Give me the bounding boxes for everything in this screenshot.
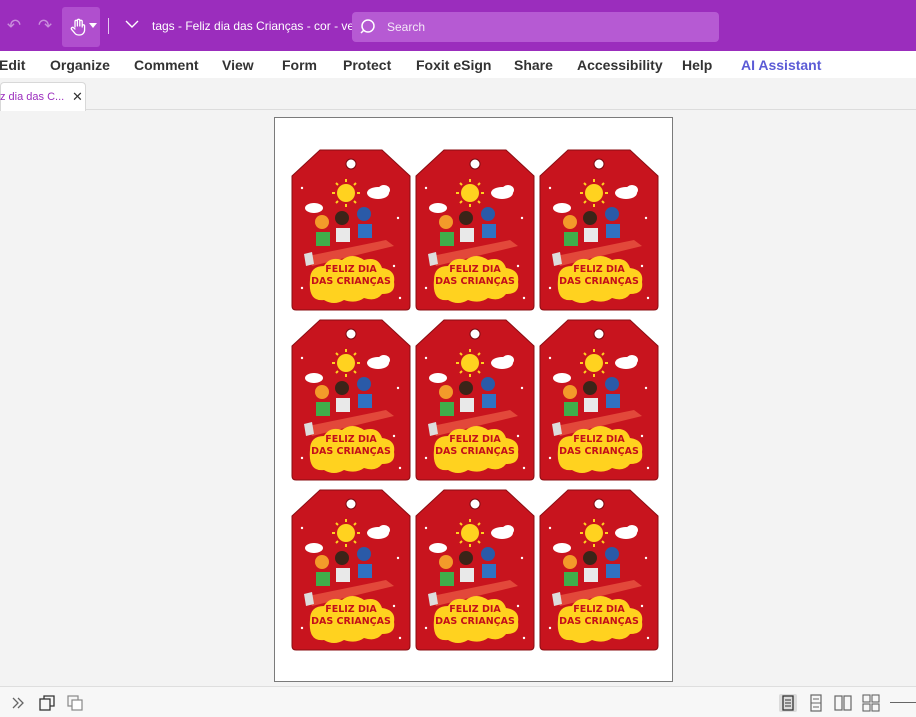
gift-tag: FELIZ DIA DAS CRIANÇAS bbox=[290, 318, 412, 482]
close-icon[interactable]: ✕ bbox=[72, 89, 83, 105]
continuous-view-icon[interactable] bbox=[807, 694, 825, 712]
zoom-slider[interactable] bbox=[890, 702, 916, 703]
hand-tool-button[interactable] bbox=[62, 7, 100, 47]
toolbar-separator bbox=[108, 18, 109, 34]
gift-tag: FELIZ DIA DAS CRIANÇAS bbox=[290, 488, 412, 652]
tag-text-line1: FELIZ DIA bbox=[449, 264, 501, 275]
tag-text-line2: DAS CRIANÇAS bbox=[435, 446, 515, 457]
tag-text-line2: DAS CRIANÇAS bbox=[311, 446, 391, 457]
menu-view[interactable]: View bbox=[222, 57, 254, 73]
tag-text-line2: DAS CRIANÇAS bbox=[559, 446, 639, 457]
gift-tag: FELIZ DIA DAS CRIANÇAS bbox=[538, 318, 660, 482]
redo-icon[interactable]: ↷ bbox=[35, 16, 55, 36]
tag-text-line2: DAS CRIANÇAS bbox=[559, 616, 639, 627]
document-title: tags - Feliz dia das Crianças - cor - ve… bbox=[152, 19, 365, 33]
customize-chevron-icon[interactable] bbox=[125, 19, 139, 29]
tag-text-line2: DAS CRIANÇAS bbox=[435, 276, 515, 287]
document-tab[interactable]: z dia das C... ✕ bbox=[0, 82, 86, 111]
pdf-page: FELIZ DIA DAS CRIANÇAS FELIZ DIA DAS CRIANÇ… bbox=[274, 117, 673, 682]
search-input[interactable] bbox=[387, 19, 707, 35]
page-thumbnail-icon[interactable] bbox=[38, 694, 56, 712]
search-icon bbox=[360, 19, 375, 34]
menu-organize[interactable]: Organize bbox=[50, 57, 110, 73]
gift-tag: FELIZ DIA DAS CRIANÇAS bbox=[538, 148, 660, 312]
gift-tag: FELIZ DIA DAS CRIANÇAS bbox=[414, 488, 536, 652]
menu-bar: Edit Organize Comment View Form Protect … bbox=[0, 51, 916, 78]
tag-text-line2: DAS CRIANÇAS bbox=[311, 616, 391, 627]
document-tab-bar: z dia das C... ✕ bbox=[0, 78, 916, 111]
gift-tag: FELIZ DIA DAS CRIANÇAS bbox=[414, 318, 536, 482]
gift-tag: FELIZ DIA DAS CRIANÇAS bbox=[414, 148, 536, 312]
search-box[interactable] bbox=[352, 12, 719, 42]
tag-text-line2: DAS CRIANÇAS bbox=[435, 616, 515, 627]
menu-form[interactable]: Form bbox=[282, 57, 317, 73]
title-bar: ↶ ↷ tags - Feliz dia das Crianças - cor … bbox=[0, 0, 916, 51]
document-tab-label: z dia das C... bbox=[0, 91, 65, 103]
tag-text-line1: FELIZ DIA bbox=[325, 434, 377, 445]
tag-text-line1: FELIZ DIA bbox=[449, 434, 501, 445]
expand-panel-icon[interactable] bbox=[9, 694, 27, 712]
menu-help[interactable]: Help bbox=[682, 57, 712, 73]
hand-tool-icon bbox=[70, 18, 86, 36]
tag-text-line1: FELIZ DIA bbox=[325, 264, 377, 275]
tag-text-line1: FELIZ DIA bbox=[573, 604, 625, 615]
tag-text-line2: DAS CRIANÇAS bbox=[559, 276, 639, 287]
menu-protect[interactable]: Protect bbox=[343, 57, 391, 73]
menu-ai-assistant[interactable]: AI Assistant bbox=[741, 57, 821, 73]
undo-icon[interactable]: ↶ bbox=[4, 16, 24, 36]
menu-comment[interactable]: Comment bbox=[134, 57, 199, 73]
gift-tag: FELIZ DIA DAS CRIANÇAS bbox=[538, 488, 660, 652]
status-bar bbox=[0, 686, 916, 717]
dropdown-caret-icon bbox=[89, 23, 97, 28]
tag-text-line1: FELIZ DIA bbox=[573, 264, 625, 275]
facing-view-icon[interactable] bbox=[834, 694, 852, 712]
tag-text-line1: FELIZ DIA bbox=[325, 604, 377, 615]
menu-edit[interactable]: Edit bbox=[0, 57, 25, 73]
gift-tag: FELIZ DIA DAS CRIANÇAS bbox=[290, 148, 412, 312]
menu-share[interactable]: Share bbox=[514, 57, 553, 73]
continuous-facing-view-icon[interactable] bbox=[862, 694, 880, 712]
document-viewer[interactable]: FELIZ DIA DAS CRIANÇAS FELIZ DIA DAS CRIANÇ… bbox=[0, 111, 916, 686]
menu-accessibility[interactable]: Accessibility bbox=[577, 57, 663, 73]
tag-text-line1: FELIZ DIA bbox=[573, 434, 625, 445]
page-copy-icon[interactable] bbox=[66, 694, 84, 712]
tag-text-line2: DAS CRIANÇAS bbox=[311, 276, 391, 287]
single-page-view-icon[interactable] bbox=[779, 694, 797, 712]
tag-text-line1: FELIZ DIA bbox=[449, 604, 501, 615]
menu-foxit-esign[interactable]: Foxit eSign bbox=[416, 57, 491, 73]
